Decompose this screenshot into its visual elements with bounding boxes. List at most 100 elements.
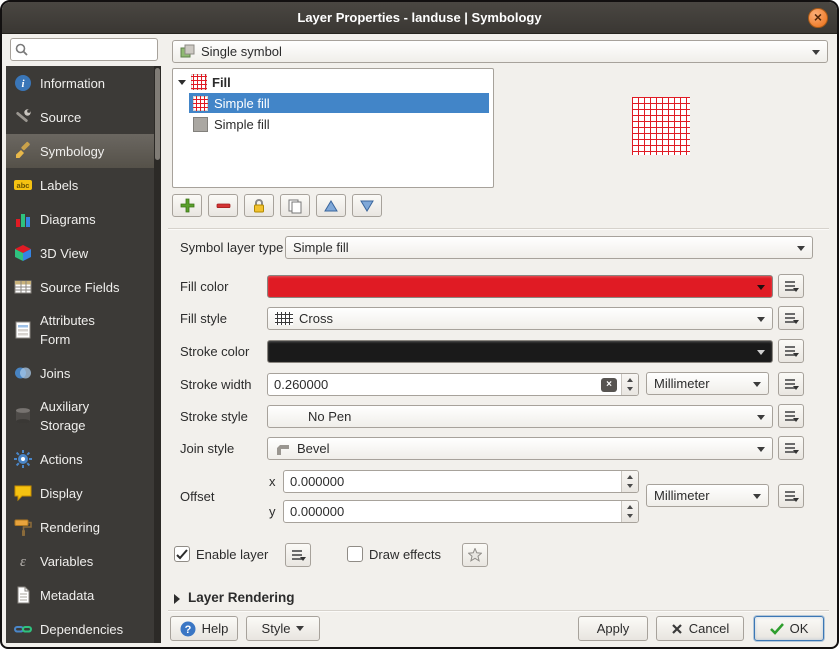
- sidebar-scrollbar[interactable]: [154, 66, 161, 643]
- enable-layer-override-button[interactable]: [285, 543, 311, 567]
- stroke-width-spinner[interactable]: [621, 374, 638, 395]
- tree-item-simple-fill-2[interactable]: Simple fill: [189, 114, 489, 134]
- tree-item-fill[interactable]: Fill: [175, 72, 491, 92]
- sidebar-item-dependencies[interactable]: Dependencies: [6, 612, 161, 643]
- add-symbol-layer-button[interactable]: [172, 194, 202, 217]
- simple-fill-gray-icon: [193, 117, 208, 132]
- sidebar-item-labels[interactable]: abc Labels: [6, 168, 161, 202]
- move-down-button[interactable]: [352, 194, 382, 217]
- join-style-select[interactable]: Bevel: [267, 437, 773, 460]
- cancel-button[interactable]: Cancel: [656, 616, 744, 641]
- sidebar-item-diagrams[interactable]: Diagrams: [6, 202, 161, 236]
- stroke-color-override-button[interactable]: [778, 339, 804, 363]
- stroke-style-select[interactable]: No Pen: [267, 405, 773, 428]
- source-fields-icon: [13, 277, 33, 297]
- offset-override-button[interactable]: [778, 484, 804, 508]
- sidebar-item-auxiliary-storage[interactable]: Auxiliary Storage: [6, 390, 161, 442]
- offset-unit-select[interactable]: Millimeter: [646, 484, 769, 507]
- sidebar-item-display[interactable]: Display: [6, 476, 161, 510]
- stroke-width-input[interactable]: [268, 374, 620, 395]
- offset-x-input[interactable]: [284, 471, 620, 492]
- symbol-layer-type-value: Simple fill: [293, 240, 349, 255]
- spin-down-icon[interactable]: [622, 385, 638, 396]
- svg-text:abc: abc: [17, 181, 30, 190]
- minus-icon: [216, 198, 231, 213]
- chevron-down-icon: [797, 246, 805, 255]
- stroke-color-button[interactable]: [267, 340, 773, 363]
- fill-color-label: Fill color: [180, 279, 228, 294]
- draw-effects-checkbox[interactable]: [347, 546, 363, 562]
- layer-rendering-toggle[interactable]: Layer Rendering: [188, 590, 295, 605]
- stroke-width-label: Stroke width: [180, 377, 252, 392]
- search-input[interactable]: [10, 38, 158, 61]
- titlebar[interactable]: Layer Properties - landuse | Symbology ×: [2, 2, 837, 34]
- enable-layer-checkbox[interactable]: [174, 546, 190, 562]
- spin-down-icon[interactable]: [622, 512, 638, 523]
- sidebar-item-variables[interactable]: ε Variables: [6, 544, 161, 578]
- spin-up-icon[interactable]: [622, 501, 638, 512]
- apply-button[interactable]: Apply: [578, 616, 648, 641]
- lock-colors-button[interactable]: [244, 194, 274, 217]
- sidebar-item-rendering[interactable]: Rendering: [6, 510, 161, 544]
- close-button[interactable]: ×: [808, 8, 828, 28]
- style-button[interactable]: Style: [246, 616, 320, 641]
- chevron-down-icon: [757, 447, 765, 456]
- clear-value-icon[interactable]: ×: [601, 378, 617, 392]
- arrow-up-icon: [324, 200, 338, 212]
- stroke-width-override-button[interactable]: [778, 372, 804, 396]
- symbol-type-select[interactable]: Single symbol: [172, 40, 828, 63]
- arrow-down-icon: [360, 200, 374, 212]
- fill-style-override-button[interactable]: [778, 306, 804, 330]
- stroke-style-override-button[interactable]: [778, 404, 804, 428]
- duplicate-symbol-layer-button[interactable]: [280, 194, 310, 217]
- enable-layer-label: Enable layer: [196, 547, 268, 562]
- offset-y-field: [283, 500, 639, 523]
- data-defined-override-icon: [782, 408, 800, 424]
- stroke-width-unit-select[interactable]: Millimeter: [646, 372, 769, 395]
- sidebar-item-actions[interactable]: Actions: [6, 442, 161, 476]
- join-style-value: Bevel: [297, 441, 330, 456]
- svg-text:ε: ε: [20, 554, 26, 570]
- stroke-style-value: No Pen: [308, 409, 351, 424]
- tree-item-simple-fill-1[interactable]: Simple fill: [189, 93, 489, 113]
- fill-color-override-button[interactable]: [778, 274, 804, 298]
- sidebar-item-source[interactable]: Source: [6, 100, 161, 134]
- offset-y-label: y: [269, 504, 276, 519]
- offset-x-spinner[interactable]: [621, 471, 638, 492]
- sidebar-item-metadata[interactable]: Metadata: [6, 578, 161, 612]
- offset-y-spinner[interactable]: [621, 501, 638, 522]
- symbol-layer-type-select[interactable]: Simple fill: [285, 236, 813, 259]
- sidebar-item-label: Attributes Form: [40, 311, 128, 349]
- help-button[interactable]: ? Help: [170, 616, 238, 641]
- offset-x-label: x: [269, 474, 276, 489]
- cross-pattern-icon: [275, 312, 293, 325]
- sidebar-item-information[interactable]: i Information: [6, 66, 161, 100]
- sidebar-item-3d-view[interactable]: 3D View: [6, 236, 161, 270]
- search-icon: [15, 43, 28, 56]
- single-symbol-icon: [180, 44, 195, 59]
- fill-style-select[interactable]: Cross: [267, 307, 773, 330]
- fill-color-button[interactable]: [267, 275, 773, 298]
- sidebar-item-joins[interactable]: Joins: [6, 356, 161, 390]
- sidebar-item-label: 3D View: [40, 244, 88, 263]
- symbol-type-value: Single symbol: [201, 44, 282, 59]
- move-up-button[interactable]: [316, 194, 346, 217]
- remove-symbol-layer-button[interactable]: [208, 194, 238, 217]
- options-search: [10, 38, 158, 61]
- collapsed-arrow-icon[interactable]: [174, 594, 185, 604]
- spin-up-icon[interactable]: [622, 374, 638, 385]
- offset-x-field: [283, 470, 639, 493]
- lock-icon: [251, 198, 267, 214]
- sidebar-item-attributes-form[interactable]: Attributes Form: [6, 304, 161, 356]
- scrollbar-thumb[interactable]: [155, 68, 160, 160]
- sidebar-item-source-fields[interactable]: Source Fields: [6, 270, 161, 304]
- sidebar-item-symbology[interactable]: Symbology: [6, 134, 161, 168]
- ok-button[interactable]: OK: [754, 616, 824, 641]
- effects-customize-button[interactable]: [462, 543, 488, 567]
- offset-unit-value: Millimeter: [654, 488, 710, 503]
- spin-down-icon[interactable]: [622, 482, 638, 493]
- offset-y-input[interactable]: [284, 501, 620, 522]
- join-style-override-button[interactable]: [778, 436, 804, 460]
- spin-up-icon[interactable]: [622, 471, 638, 482]
- expander-icon[interactable]: [178, 80, 186, 89]
